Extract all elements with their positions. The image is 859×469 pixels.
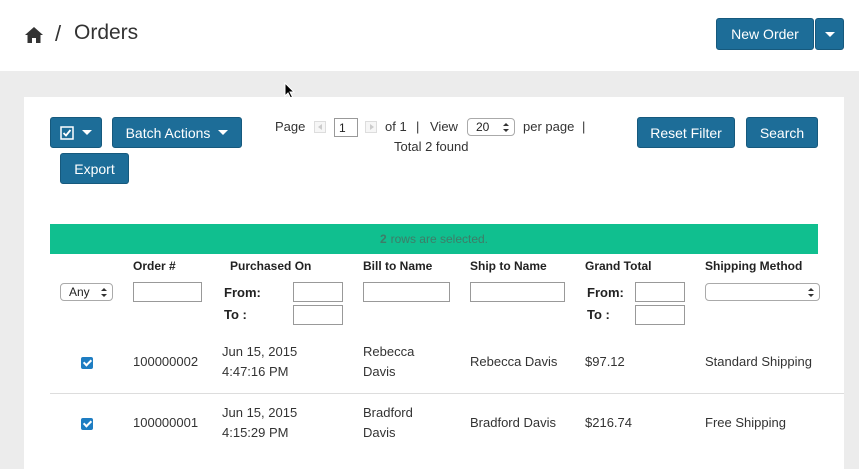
ship-to-name-cell: Rebecca Davis — [470, 354, 558, 369]
column-header-ship-to-name[interactable]: Ship to Name — [470, 259, 547, 273]
pager-per-page-label: per page — [523, 119, 575, 134]
purchased-from-input[interactable] — [293, 282, 343, 302]
caret-down-icon — [82, 130, 92, 135]
home-icon[interactable] — [24, 25, 44, 45]
per-page-value: 20 — [476, 120, 490, 134]
checkbox-icon — [60, 125, 74, 140]
pager-page-label: Page — [275, 119, 306, 134]
bill-to-last-name-cell: Davis — [363, 425, 396, 440]
search-label: Search — [759, 124, 805, 141]
selection-filter-value: Any — [69, 285, 90, 299]
purchased-date-cell: Jun 15, 2015 — [222, 405, 298, 420]
bill-to-first-name-cell: Rebecca — [363, 344, 415, 359]
purchased-time-cell: 4:15:29 PM — [222, 425, 289, 440]
order-number-filter-input[interactable] — [133, 282, 202, 302]
purchased-to-input[interactable] — [293, 305, 343, 325]
select-arrows-icon — [808, 288, 814, 297]
select-arrows-icon — [101, 288, 107, 297]
orders-panel: Batch Actions Export Page 1 of 1 | View … — [24, 97, 844, 469]
row-checkbox[interactable] — [81, 418, 93, 430]
search-button[interactable]: Search — [746, 117, 818, 148]
reset-filter-label: Reset Filter — [650, 124, 722, 141]
grand-total-to-label: To : — [587, 307, 610, 322]
ship-to-name-cell: Bradford Davis — [470, 415, 556, 430]
selection-banner: 2 rows are selected. — [50, 224, 818, 254]
batch-actions-button[interactable]: Batch Actions — [112, 117, 242, 148]
per-page-select[interactable]: 20 — [467, 118, 515, 136]
export-button[interactable]: Export — [60, 153, 129, 184]
column-header-shipping-method[interactable]: Shipping Method — [705, 259, 802, 273]
shipping-method-cell: Free Shipping — [705, 415, 786, 430]
grand-total-cell: $97.12 — [585, 354, 625, 369]
pager-total-label: Total 2 found — [394, 139, 469, 154]
selection-text: rows are selected. — [390, 232, 489, 246]
reset-filter-button[interactable]: Reset Filter — [637, 117, 735, 148]
breadcrumb-separator: / — [55, 21, 62, 46]
new-order-label: New Order — [731, 26, 799, 42]
select-arrows-icon — [503, 123, 509, 132]
selected-count: 2 — [379, 232, 387, 246]
grand-total-from-label: From: — [587, 285, 624, 300]
pager-divider: | — [416, 119, 420, 134]
column-header-order-number[interactable]: Order # — [133, 259, 176, 273]
page-title: Orders — [74, 21, 139, 44]
column-header-bill-to-name[interactable]: Bill to Name — [363, 259, 432, 273]
purchased-to-label: To : — [224, 307, 247, 322]
page-number-input[interactable]: 1 — [334, 118, 358, 137]
row-divider — [50, 393, 844, 394]
purchased-from-label: From: — [224, 285, 261, 300]
selection-filter-select[interactable]: Any — [60, 283, 113, 301]
shipping-method-filter-select[interactable] — [705, 283, 820, 301]
ship-to-name-filter-input[interactable] — [470, 282, 565, 302]
column-header-grand-total[interactable]: Grand Total — [585, 259, 651, 273]
new-order-button[interactable]: New Order — [716, 18, 814, 50]
pager-of-label: of 1 — [385, 119, 407, 134]
caret-down-icon — [824, 31, 835, 37]
caret-down-icon — [218, 130, 229, 135]
grand-total-from-input[interactable] — [635, 282, 685, 302]
top-bar: / Orders New Order — [0, 0, 859, 71]
bill-to-last-name-cell: Davis — [363, 364, 396, 379]
grand-total-to-input[interactable] — [635, 305, 685, 325]
pager-view-label: View — [430, 119, 458, 134]
batch-actions-label: Batch Actions — [125, 124, 211, 141]
column-header-purchased-on[interactable]: Purchased On — [230, 259, 311, 273]
pager-divider: | — [582, 119, 586, 134]
previous-page-icon[interactable] — [314, 121, 326, 133]
next-page-icon[interactable] — [365, 121, 377, 133]
export-label: Export — [74, 160, 115, 177]
bill-to-name-filter-input[interactable] — [363, 282, 450, 302]
select-all-button[interactable] — [50, 117, 102, 148]
bill-to-first-name-cell: Bradford — [363, 405, 413, 420]
order-number-cell: 100000002 — [133, 354, 199, 369]
order-number-cell: 100000001 — [133, 415, 199, 430]
purchased-time-cell: 4:47:16 PM — [222, 364, 289, 379]
row-checkbox[interactable] — [81, 357, 93, 369]
new-order-dropdown-button[interactable] — [815, 18, 844, 50]
grand-total-cell: $216.74 — [585, 415, 632, 430]
shipping-method-cell: Standard Shipping — [705, 354, 812, 369]
purchased-date-cell: Jun 15, 2015 — [222, 344, 298, 359]
